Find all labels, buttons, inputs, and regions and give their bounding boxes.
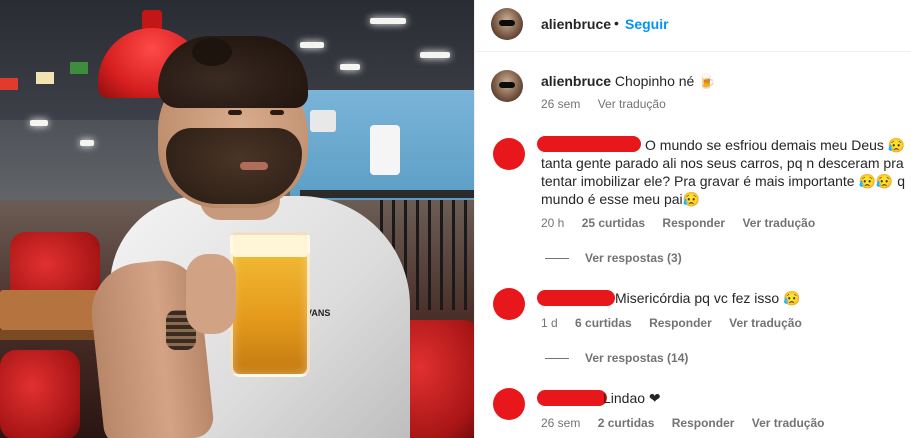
beard <box>166 128 302 204</box>
view-replies-button[interactable]: Ver respostas (3) <box>545 251 682 265</box>
hair-bun <box>192 38 232 66</box>
ceiling-light <box>80 140 94 146</box>
comment-text: tanta gente parado ali nos seus carros, … <box>541 155 904 171</box>
ceiling-light <box>340 64 360 70</box>
follow-button[interactable]: Seguir <box>625 16 669 32</box>
see-translation-link[interactable]: Ver tradução <box>729 316 802 330</box>
comments-panel: alienbruce • Seguir alienbruce Chopinho … <box>474 0 911 438</box>
bunting-flags <box>0 58 110 98</box>
ceiling-light <box>300 42 324 48</box>
lips <box>240 162 268 170</box>
hair <box>158 36 308 108</box>
view-replies-button[interactable]: Ver respostas (14) <box>545 351 688 365</box>
separator-dot: • <box>614 15 619 31</box>
wooden-table <box>0 290 100 330</box>
eye <box>270 110 284 115</box>
comment-text: tentar imobilizar ele? Pra gravar é mais… <box>541 173 906 189</box>
sunglasses-icon <box>499 82 515 88</box>
avatar[interactable] <box>493 288 525 320</box>
comment-text: O mundo se esfriou demais meu Deus 😥 <box>645 137 906 153</box>
ceiling-light <box>420 52 450 58</box>
see-translation-link[interactable]: Ver tradução <box>742 216 815 230</box>
comment-meta: 26 sem 2 curtidas Responder Ver tradução <box>541 416 838 430</box>
avatar[interactable] <box>491 70 523 102</box>
redacted-username[interactable] <box>537 136 641 152</box>
table-edge <box>0 330 100 340</box>
comment-meta: 1 d 6 curtidas Responder Ver tradução <box>541 316 816 330</box>
red-chair <box>0 350 80 438</box>
redacted-username[interactable] <box>537 290 615 306</box>
replies-divider-line <box>545 258 569 260</box>
see-translation-link[interactable]: Ver tradução <box>752 416 825 430</box>
caption-meta: 26 sem Ver tradução <box>541 97 680 111</box>
hand <box>186 254 236 334</box>
replies-divider-line <box>545 358 569 360</box>
reply-button[interactable]: Responder <box>649 316 712 330</box>
comment-meta: 20 h 25 curtidas Responder Ver tradução <box>541 216 829 230</box>
redacted-username[interactable] <box>537 390 607 406</box>
comment-time[interactable]: 20 h <box>541 216 564 230</box>
sunglasses-icon <box>499 20 515 26</box>
avatar[interactable] <box>493 138 525 170</box>
comment-text: Misericórdia pq vc fez isso 😥 <box>615 290 801 306</box>
eye <box>228 110 242 115</box>
avatar[interactable] <box>493 388 525 420</box>
comment-time[interactable]: 26 sem <box>541 416 580 430</box>
comment-text: mundo é esse meu pai😥 <box>541 191 701 207</box>
ceiling-light <box>370 18 406 24</box>
view-replies-label[interactable]: Ver respostas (14) <box>585 351 688 365</box>
post-photo[interactable]: VANS <box>0 0 474 438</box>
caption-username[interactable]: alienbruce <box>541 73 611 89</box>
likes-count[interactable]: 2 curtidas <box>598 416 655 430</box>
avatar[interactable] <box>491 8 523 40</box>
post-header: alienbruce • Seguir <box>475 0 911 52</box>
store-sign <box>310 110 336 132</box>
beer-foam <box>233 235 307 257</box>
likes-count[interactable]: 6 curtidas <box>575 316 632 330</box>
railing <box>300 190 474 198</box>
view-replies-label[interactable]: Ver respostas (3) <box>585 251 682 265</box>
see-translation-link[interactable]: Ver tradução <box>598 97 666 111</box>
comment-text: Lindao ❤ <box>603 390 661 406</box>
caption-time[interactable]: 26 sem <box>541 97 580 111</box>
reply-button[interactable]: Responder <box>672 416 735 430</box>
post-username[interactable]: alienbruce <box>541 16 611 32</box>
reply-button[interactable]: Responder <box>662 216 725 230</box>
caption-text: Chopinho né 🍺 <box>614 73 716 89</box>
ceiling-light <box>30 120 48 126</box>
caption: alienbruce Chopinho né 🍺 <box>541 72 716 90</box>
comment-time[interactable]: 1 d <box>541 316 558 330</box>
cup-sign <box>370 125 400 175</box>
likes-count[interactable]: 25 curtidas <box>582 216 645 230</box>
